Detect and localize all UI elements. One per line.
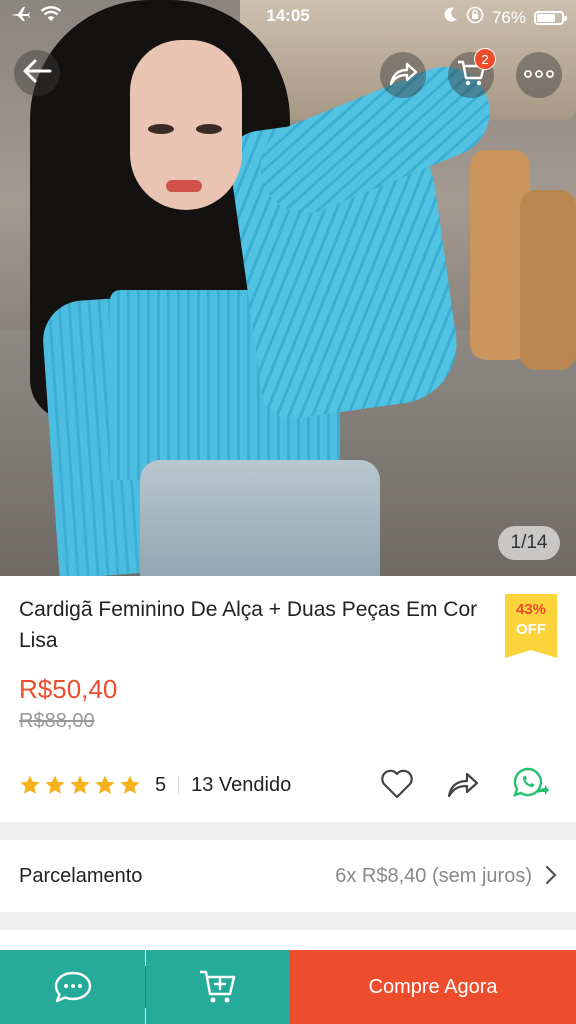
product-info: Cardigã Feminino De Alça + Duas Peças Em… — [0, 576, 576, 822]
rating-stars — [19, 774, 141, 796]
star-icon — [70, 775, 90, 794]
star-icon — [95, 775, 115, 794]
star-icon — [45, 775, 65, 794]
original-price: R$88,00 — [19, 710, 95, 732]
moon-icon — [444, 7, 458, 28]
add-to-cart-icon — [200, 970, 236, 1003]
installments-row[interactable]: Parcelamento 6x R$8,40 (sem juros) — [0, 840, 576, 912]
bottom-bar: Compre Agora — [0, 950, 576, 1024]
image-lips — [166, 180, 202, 192]
back-arrow-icon — [22, 58, 52, 89]
star-icon — [20, 775, 40, 794]
installments-value: 6x R$8,40 (sem juros) — [335, 864, 532, 887]
star-icon — [120, 775, 140, 794]
product-title: Cardigã Feminino De Alça + Duas Peças Em… — [19, 598, 478, 652]
divider — [178, 776, 180, 794]
next-section-peek — [0, 930, 576, 950]
share-icon — [447, 772, 479, 798]
product-price: R$50,40 — [19, 674, 118, 704]
image-jeans — [140, 460, 380, 576]
installments-label: Parcelamento — [19, 864, 143, 887]
image-eye-right — [196, 124, 222, 134]
image-chair-2 — [520, 190, 576, 370]
cart-button[interactable]: 2 — [448, 48, 496, 98]
chevron-right-icon — [544, 864, 558, 891]
whatsapp-share-button[interactable] — [512, 766, 550, 807]
battery-percent: 76% — [491, 7, 526, 27]
add-to-cart-button[interactable] — [146, 950, 290, 1024]
discount-label: OFF — [516, 621, 546, 638]
back-button[interactable] — [14, 50, 60, 96]
heart-icon — [381, 769, 413, 799]
discount-badge: 43% OFF — [505, 594, 557, 658]
image-counter: 1/14 — [498, 526, 560, 560]
product-actions — [380, 766, 550, 807]
buy-now-button[interactable]: Compre Agora — [290, 950, 576, 1024]
discount-percent: 43% — [515, 601, 547, 618]
battery-icon — [534, 10, 567, 25]
share-icon — [388, 60, 418, 91]
sold-count: 13 Vendido — [191, 773, 292, 796]
share-button[interactable] — [380, 52, 426, 98]
chat-button[interactable] — [0, 950, 145, 1024]
cart-badge: 2 — [474, 48, 496, 70]
more-icon — [523, 66, 555, 84]
status-bar: 14:05 76% — [0, 0, 576, 32]
rating-value: 5 — [155, 773, 167, 796]
battery-level — [537, 13, 555, 22]
favorite-button[interactable] — [380, 769, 414, 804]
share-product-button[interactable] — [446, 769, 480, 804]
image-eye-left — [148, 124, 174, 134]
rotation-lock-icon — [466, 6, 484, 29]
whatsapp-icon — [513, 767, 549, 797]
more-button[interactable] — [516, 52, 562, 98]
chat-icon — [54, 971, 91, 1003]
